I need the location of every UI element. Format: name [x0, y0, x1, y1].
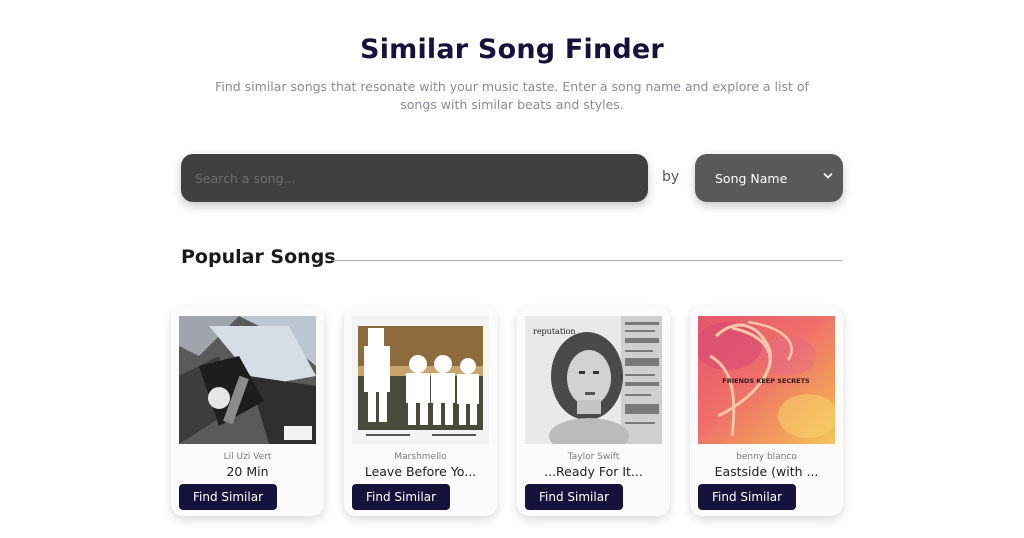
search-type-select[interactable]: Song Name — [695, 154, 843, 202]
similar-song-finder-page: Similar Song Finder Find similar songs t… — [0, 0, 1024, 538]
search-input[interactable] — [181, 154, 648, 202]
search-type-select-value: Song Name — [715, 171, 788, 186]
album-art-friends-keep-secrets: FRIENDS KEEP SECRETS — [698, 316, 835, 444]
popular-songs-list: Lil Uzi Vert 20 Min Find Similar Marshme… — [171, 306, 861, 518]
find-similar-button[interactable]: Find Similar — [698, 484, 796, 510]
chevron-down-icon — [823, 173, 833, 179]
album-art-lil-uzi-vert — [179, 316, 316, 444]
song-artist: Marshmello — [394, 452, 447, 462]
song-title: Leave Before Yo... — [364, 464, 477, 479]
find-similar-button[interactable]: Find Similar — [179, 484, 277, 510]
song-card: reputation Taylor Swift ...Ready For It.… — [517, 306, 670, 516]
song-artist: benny blanco — [736, 452, 797, 462]
song-artist: Lil Uzi Vert — [223, 452, 272, 462]
album-art-marshmello — [352, 316, 489, 444]
page-title: Similar Song Finder — [360, 34, 664, 65]
song-title: ...Ready For It... — [544, 464, 643, 479]
find-similar-button[interactable]: Find Similar — [525, 484, 623, 510]
page-subtitle: Find similar songs that resonate with yo… — [215, 79, 809, 112]
song-card: Marshmello Leave Before Yo... Find Simil… — [344, 306, 497, 516]
album-title-text: FRIENDS KEEP SECRETS — [722, 377, 810, 385]
album-title-text: reputation — [533, 327, 576, 336]
album-art-reputation: reputation — [525, 316, 662, 444]
song-title: 20 Min — [226, 464, 269, 479]
song-card: FRIENDS KEEP SECRETS benny blanco Eastsi… — [690, 306, 843, 516]
song-card: Lil Uzi Vert 20 Min Find Similar — [171, 306, 324, 516]
find-similar-button[interactable]: Find Similar — [352, 484, 450, 510]
search-row: by Song Name — [181, 154, 843, 202]
by-label: by — [662, 169, 680, 185]
song-artist: Taylor Swift — [567, 452, 620, 462]
song-title: Eastside (with ... — [714, 464, 819, 479]
section-divider — [332, 260, 842, 261]
popular-songs-heading: Popular Songs — [181, 246, 336, 268]
